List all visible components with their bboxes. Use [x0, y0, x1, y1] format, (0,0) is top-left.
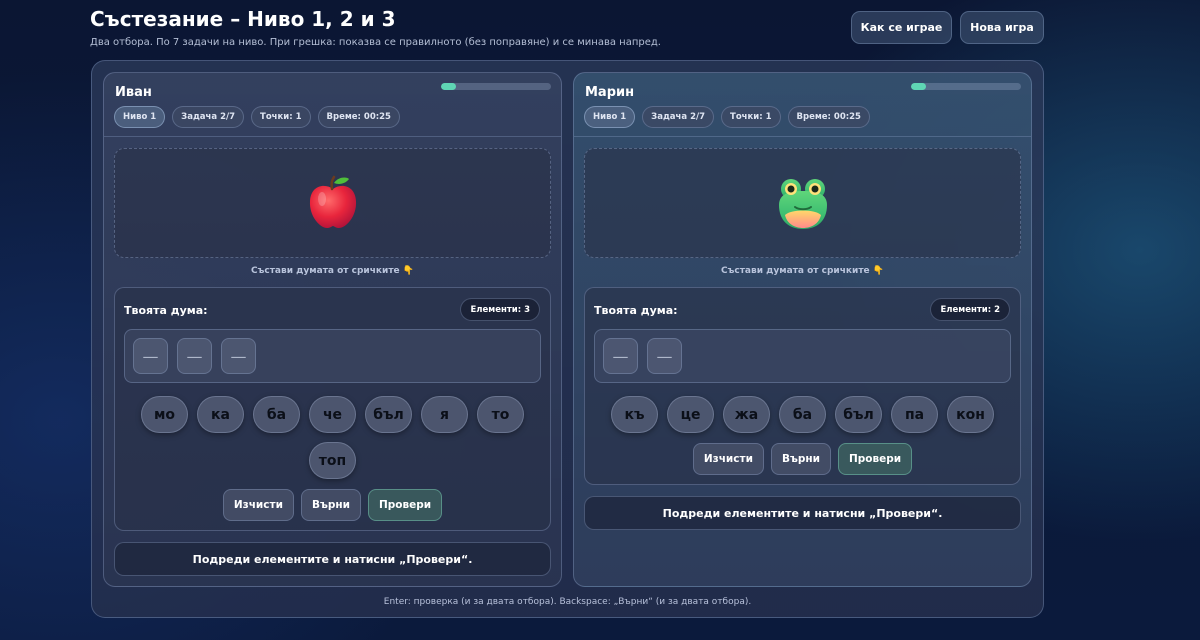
syllable-tile[interactable]: бъл [365, 396, 412, 433]
level-pill: Ниво 1 [584, 106, 636, 128]
progress-fill [441, 83, 457, 90]
team-panel-marin: Марин Ниво 1 Задача 2/7 Точки: 1 Време: … [573, 72, 1032, 587]
syllable-tile[interactable]: че [309, 396, 356, 433]
task-pill: Задача 2/7 [172, 106, 245, 128]
team-panel-ivan: Иван Ниво 1 Задача 2/7 Точки: 1 Време: 0… [103, 72, 562, 587]
action-buttons: Изчисти Върни Провери [115, 489, 550, 521]
answer-slot[interactable]: — [177, 338, 212, 374]
syllable-tile[interactable]: ба [253, 396, 300, 433]
check-button[interactable]: Провери [837, 443, 913, 475]
team-name: Марин [585, 85, 635, 100]
progress-fill [911, 83, 927, 90]
time-pill: Време: 00:25 [317, 106, 400, 128]
syllable-tile[interactable]: жа [723, 396, 770, 433]
points-pill: Точки: 1 [721, 106, 781, 128]
new-game-button[interactable]: Нова игра [960, 11, 1044, 44]
check-button[interactable]: Провери [367, 489, 443, 521]
syllable-tile[interactable]: кон [947, 396, 994, 433]
answer-slots: — — — [124, 329, 541, 383]
hint-text: Състави думата от сричките 👇 [721, 266, 884, 276]
word-builder: Твоята дума: Елементи: 3 — — — мо ка ба … [114, 287, 551, 531]
divider [574, 136, 1031, 137]
game-board: Иван Ниво 1 Задача 2/7 Точки: 1 Време: 0… [91, 60, 1044, 618]
level-pill: Ниво 1 [114, 106, 166, 128]
answer-slot[interactable]: — [221, 338, 256, 374]
syllable-tile[interactable]: па [891, 396, 938, 433]
stats-row: Ниво 1 Задача 2/7 Точки: 1 Време: 00:25 [114, 106, 400, 128]
syllable-tile[interactable]: мо [141, 396, 188, 433]
team-name: Иван [115, 85, 152, 100]
syllable-tile[interactable]: то [477, 396, 524, 433]
how-to-play-button[interactable]: Как се играе [851, 11, 952, 44]
clear-button[interactable]: Изчисти [222, 489, 294, 521]
undo-button[interactable]: Върни [300, 489, 361, 521]
syllable-tile[interactable]: къ [611, 396, 658, 433]
apple-icon [309, 175, 356, 229]
status-message: Подреди елементите и натисни „Провери“. [114, 542, 551, 576]
word-builder: Твоята дума: Елементи: 2 — — къ це жа ба… [584, 287, 1021, 485]
progress-bar [441, 83, 551, 90]
clear-button[interactable]: Изчисти [692, 443, 764, 475]
syllable-tile[interactable]: бъл [835, 396, 882, 433]
syllable-tile[interactable]: ба [779, 396, 826, 433]
picture-area [584, 148, 1021, 258]
status-message: Подреди елементите и натисни „Провери“. [584, 496, 1021, 530]
answer-slot[interactable]: — [603, 338, 638, 374]
hint-text: Състави думата от сричките 👇 [251, 266, 414, 276]
time-pill: Време: 00:25 [787, 106, 870, 128]
page-title: Състезание – Ниво 1, 2 и 3 [90, 7, 396, 31]
undo-button[interactable]: Върни [770, 443, 831, 475]
page-subtitle: Два отбора. По 7 задачи на ниво. При гре… [90, 37, 661, 48]
syllable-tile[interactable]: ка [197, 396, 244, 433]
points-pill: Точки: 1 [251, 106, 311, 128]
syllable-tile[interactable]: це [667, 396, 714, 433]
stats-row: Ниво 1 Задача 2/7 Точки: 1 Време: 00:25 [584, 106, 870, 128]
keyboard-hint: Enter: проверка (и за двата отбора). Bac… [383, 597, 752, 607]
syllable-tiles: мо ка ба че бъл я то топ [115, 396, 550, 479]
syllable-tile[interactable]: я [421, 396, 468, 433]
frog-icon [778, 179, 827, 229]
syllable-tile[interactable]: топ [309, 442, 356, 479]
word-label: Твоята дума: [124, 304, 208, 317]
divider [104, 136, 561, 137]
elements-count-badge: Елементи: 3 [460, 298, 540, 321]
elements-count-badge: Елементи: 2 [930, 298, 1010, 321]
answer-slots: — — [594, 329, 1011, 383]
answer-slot[interactable]: — [647, 338, 682, 374]
answer-slot[interactable]: — [133, 338, 168, 374]
syllable-tiles: къ це жа ба бъл па кон [585, 396, 1020, 433]
progress-bar [911, 83, 1021, 90]
action-buttons: Изчисти Върни Провери [585, 443, 1020, 475]
picture-area [114, 148, 551, 258]
task-pill: Задача 2/7 [642, 106, 715, 128]
word-label: Твоята дума: [594, 304, 678, 317]
